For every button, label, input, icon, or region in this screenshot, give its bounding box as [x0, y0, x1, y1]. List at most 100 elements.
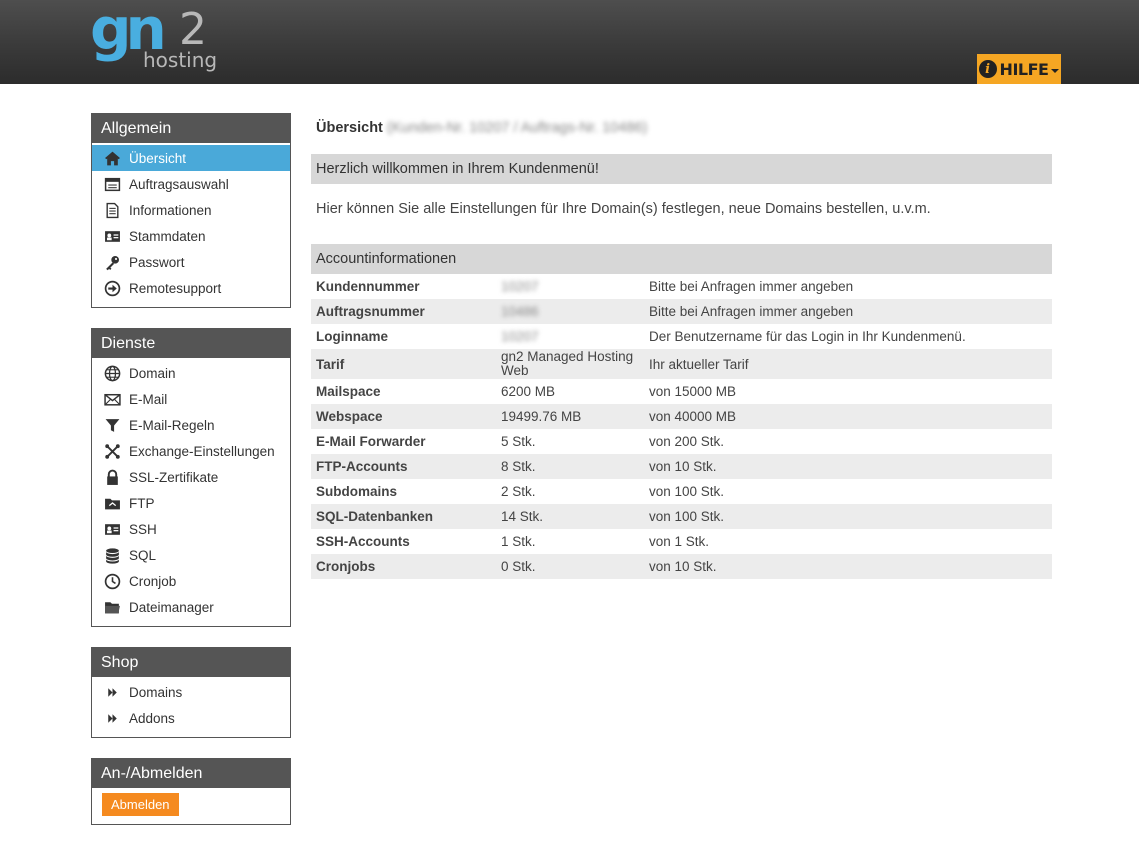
- folder-link-icon: [103, 494, 121, 512]
- row-note: von 1 Stk.: [649, 534, 710, 549]
- sidebar-item-label: SSH: [129, 521, 157, 537]
- sidebar-auth: An-/Abmelden Abmelden: [91, 758, 291, 825]
- filter-icon: [103, 416, 121, 434]
- table-row: Cronjobs 0 Stk. von 10 Stk.: [311, 554, 1052, 579]
- help-label: HILFE: [999, 59, 1049, 79]
- sidebar-item-ssh[interactable]: SSH: [92, 516, 290, 542]
- row-key: SQL-Datenbanken: [311, 504, 496, 529]
- sidebar-item-passwort[interactable]: Passwort: [92, 249, 290, 275]
- sidebar-services: Dienste Domain E-Mail E-Mail-Regeln Exch…: [91, 328, 291, 627]
- row-note: von 15000 MB: [649, 384, 737, 399]
- logo-number: 2: [179, 4, 207, 55]
- row-note: von 10 Stk.: [644, 554, 1052, 579]
- row-key: Mailspace: [316, 384, 381, 399]
- sidebar-item-email[interactable]: E-Mail: [92, 386, 290, 412]
- table-row: Tarif gn2 Managed Hosting Web Ihr aktuel…: [311, 349, 1052, 379]
- sidebar-item-label: Domain: [129, 365, 176, 381]
- row-key: Webspace: [311, 404, 496, 429]
- sidebar-item-exchange[interactable]: Exchange-Einstellungen: [92, 438, 290, 464]
- sidebar-shop-title: Shop: [92, 648, 290, 677]
- sidebar-item-ftp[interactable]: FTP: [92, 490, 290, 516]
- row-note: von 100 Stk.: [644, 504, 1052, 529]
- row-note: Ihr aktueller Tarif: [644, 349, 1052, 379]
- sidebar-general: Allgemein Übersicht Auftragsauswahl Info…: [91, 113, 291, 308]
- sidebar-item-label: Addons: [129, 710, 175, 726]
- sidebar-item-email-regeln[interactable]: E-Mail-Regeln: [92, 412, 290, 438]
- sidebar-item-auftragsauswahl[interactable]: Auftragsauswahl: [92, 171, 290, 197]
- row-note: von 40000 MB: [644, 404, 1052, 429]
- sidebar-general-title: Allgemein: [92, 114, 290, 143]
- clock-icon: [103, 572, 121, 590]
- row-key: FTP-Accounts: [311, 454, 496, 479]
- row-key: Auftragsnummer: [311, 299, 496, 324]
- globe-icon: [103, 364, 121, 382]
- table-row: Auftragsnummer 10486 Bitte bei Anfragen …: [311, 299, 1052, 324]
- row-key: E-Mail Forwarder: [316, 434, 426, 449]
- row-key: Kundennummer: [316, 279, 420, 294]
- double-chevron-icon: [103, 683, 121, 701]
- envelope-icon: [103, 390, 121, 408]
- lock-icon: [103, 468, 121, 486]
- sidebar-item-uebersicht[interactable]: Übersicht: [92, 145, 290, 171]
- sidebar-item-shop-addons[interactable]: Addons: [92, 705, 290, 731]
- sidebar-item-label: Dateimanager: [129, 599, 214, 615]
- gn2-hosting-logo[interactable]: gn 2 hosting: [90, 0, 220, 78]
- sidebar-item-informationen[interactable]: Informationen: [92, 197, 290, 223]
- row-note: von 200 Stk.: [649, 434, 725, 449]
- exchange-icon: [103, 442, 121, 460]
- sidebar-item-remotesupport[interactable]: Remotesupport: [92, 275, 290, 301]
- row-note: Bitte bei Anfragen immer angeben: [644, 299, 1052, 324]
- double-chevron-icon: [103, 709, 121, 727]
- account-info-table: Kundennummer 10207 Bitte bei Anfragen im…: [311, 274, 1052, 579]
- sidebar-item-label: Exchange-Einstellungen: [129, 443, 275, 459]
- row-note: von 10 Stk.: [644, 454, 1052, 479]
- sidebar-item-label: Übersicht: [129, 150, 187, 166]
- sidebar-item-label: Passwort: [129, 254, 185, 270]
- sidebar-item-shop-domains[interactable]: Domains: [92, 679, 290, 705]
- row-key: Cronjobs: [311, 554, 496, 579]
- table-row: E-Mail Forwarder 5 Stk. von 200 Stk.: [311, 429, 1052, 454]
- sidebar-shop: Shop Domains Addons: [91, 647, 291, 738]
- page-title: Übersicht (Kunden-Nr. 10207 / Auftrags-N…: [316, 120, 647, 136]
- row-value-redacted: 10207: [501, 329, 539, 344]
- row-note: von 100 Stk.: [649, 484, 725, 499]
- table-row: SQL-Datenbanken 14 Stk. von 100 Stk.: [311, 504, 1052, 529]
- table-row: Kundennummer 10207 Bitte bei Anfragen im…: [311, 274, 1052, 299]
- row-note: Bitte bei Anfragen immer angeben: [649, 279, 854, 294]
- sidebar-item-dateimanager[interactable]: Dateimanager: [92, 594, 290, 620]
- row-value: 8 Stk.: [496, 454, 644, 479]
- home-icon: [103, 149, 121, 167]
- database-icon: [103, 546, 121, 564]
- sidebar-services-title: Dienste: [92, 329, 290, 358]
- sidebar-item-label: Cronjob: [129, 573, 177, 589]
- row-key: Loginname: [316, 329, 389, 344]
- help-button[interactable]: i HILFE: [977, 54, 1061, 84]
- row-value: 6200 MB: [501, 384, 556, 399]
- sidebar-item-stammdaten[interactable]: Stammdaten: [92, 223, 290, 249]
- sidebar-item-ssl[interactable]: SSL-Zertifikate: [92, 464, 290, 490]
- folder-icon: [103, 598, 121, 616]
- sidebar-item-label: E-Mail: [129, 391, 168, 407]
- sidebar-item-label: SQL: [129, 547, 157, 563]
- sidebar-item-sql[interactable]: SQL: [92, 542, 290, 568]
- table-row: Loginname 10207 Der Benutzername für das…: [311, 324, 1052, 349]
- sidebar-item-cronjob[interactable]: Cronjob: [92, 568, 290, 594]
- sidebar-item-label: FTP: [129, 495, 155, 511]
- sidebar-item-domain[interactable]: Domain: [92, 360, 290, 386]
- chevron-down-icon: [1051, 68, 1060, 73]
- row-value: 19499.76 MB: [496, 404, 644, 429]
- key-icon: [103, 253, 121, 271]
- row-key: Subdomains: [316, 484, 398, 499]
- row-note: Der Benutzername für das Login in Ihr Ku…: [649, 329, 966, 344]
- logout-button[interactable]: Abmelden: [102, 793, 179, 816]
- row-value-redacted: 10486: [501, 304, 539, 319]
- sidebar-item-label: Informationen: [129, 202, 212, 218]
- row-value: 0 Stk.: [496, 554, 644, 579]
- window-icon: [103, 175, 121, 193]
- arrow-circle-icon: [103, 279, 121, 297]
- table-row: Webspace 19499.76 MB von 40000 MB: [311, 404, 1052, 429]
- table-row: Mailspace 6200 MB von 15000 MB: [311, 379, 1052, 404]
- row-value-redacted: 10207: [501, 279, 539, 294]
- row-value-cell: 10207: [496, 274, 644, 299]
- top-header: gn 2 hosting i HILFE: [0, 0, 1139, 84]
